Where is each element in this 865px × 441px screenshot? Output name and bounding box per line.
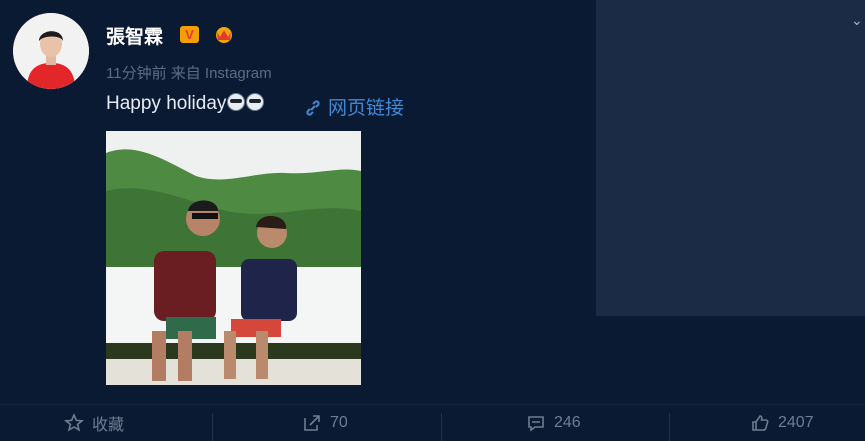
web-link-label: 网页链接 — [328, 98, 405, 119]
web-link[interactable]: 网页链接 — [304, 93, 404, 120]
thumbs-up-icon — [752, 415, 769, 431]
comment-icon — [528, 416, 544, 432]
toolbar-divider — [669, 413, 670, 441]
user-name[interactable]: 張智霖 — [106, 22, 163, 49]
cool-emoji-icon — [227, 93, 246, 111]
repost-button[interactable]: 70 — [302, 405, 348, 441]
verified-badge: V — [180, 26, 199, 43]
favorite-button[interactable]: 收藏 — [64, 405, 124, 441]
comment-button[interactable]: 246 — [526, 405, 581, 441]
post-meta: 11分钟前 来自 Instagram — [106, 65, 272, 82]
favorite-label: 收藏 — [92, 417, 125, 434]
repost-icon — [304, 415, 320, 431]
repost-count: 70 — [330, 414, 348, 431]
avatar[interactable] — [13, 13, 89, 89]
post-body: Happy holiday — [106, 93, 227, 114]
like-count: 2407 — [778, 414, 814, 431]
right-side-panel: ⌄ — [596, 0, 865, 316]
post-photo[interactable] — [106, 131, 361, 385]
star-icon — [64, 413, 84, 432]
link-icon — [306, 100, 320, 116]
comment-count: 246 — [554, 414, 581, 431]
like-button[interactable]: 2407 — [750, 405, 814, 441]
chevron-down-icon[interactable]: ⌄ — [851, 13, 863, 27]
toolbar-divider — [441, 413, 442, 441]
toolbar-divider — [212, 413, 213, 441]
cool-emoji-icon — [246, 93, 265, 111]
action-toolbar: 收藏 70 246 2407 — [0, 404, 865, 441]
post-text: Happy holiday — [106, 93, 265, 115]
crown-icon — [216, 27, 232, 43]
